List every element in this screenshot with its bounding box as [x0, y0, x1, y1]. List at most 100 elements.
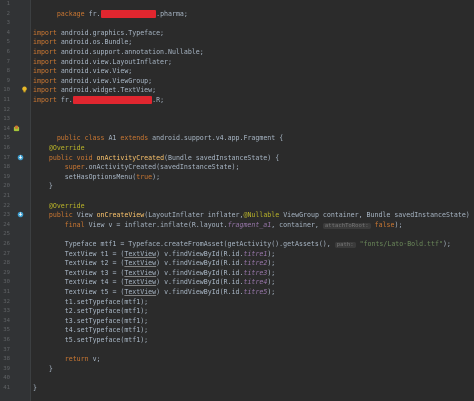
import-keyword: import: [33, 96, 57, 104]
line-number: 40: [3, 375, 10, 382]
close-brace: }: [48, 364, 53, 373]
find-call: v.findViewById(R.id.: [164, 268, 244, 277]
method-modifier: public: [48, 211, 73, 220]
code-line[interactable]: TextView t5 = (TextView) v.findViewById(…: [33, 288, 474, 298]
line-number: 28: [3, 260, 10, 267]
view-declaration: View v = inflater.inflate(R.layout.: [88, 220, 228, 229]
line-number: 10: [3, 87, 10, 94]
code-line[interactable]: TextView t1 = (TextView) v.findViewById(…: [33, 250, 474, 260]
method-call: .setTypeface(mtf1);: [72, 326, 149, 335]
code-line[interactable]: import android.support.annotation.Nullab…: [33, 48, 474, 58]
code-line[interactable]: TextView t2 = (TextView) v.findViewById(…: [33, 259, 474, 269]
line-number: 5: [6, 39, 10, 46]
type-name: TextView: [64, 249, 97, 258]
line-number: 33: [3, 308, 10, 315]
var-name: t5: [64, 336, 73, 344]
import-path-end: .R;: [152, 96, 165, 104]
return-type: View: [76, 211, 93, 220]
code-line[interactable]: import android.view.LayoutInflater;: [33, 58, 474, 68]
android-class-icon: [13, 125, 20, 132]
override-method-icon[interactable]: [17, 154, 24, 161]
line-number: 24: [3, 221, 10, 228]
type-name: TextView: [64, 278, 97, 287]
code-line[interactable]: super.onActivityCreated(savedInstanceSta…: [33, 163, 474, 173]
close-paren: );: [267, 288, 276, 296]
line-number: 30: [3, 279, 10, 286]
method-call: setHasOptionsMenu(: [64, 172, 137, 181]
var-name: t5: [100, 288, 109, 296]
method-params: (LayoutInflater inflater,: [144, 211, 244, 220]
type-name: TextView: [64, 259, 97, 268]
line-number: 29: [3, 269, 10, 276]
code-line[interactable]: t5.setTypeface(mtf1);: [33, 336, 474, 346]
code-line[interactable]: t1.setTypeface(mtf1);: [33, 298, 474, 308]
code-line[interactable]: TextView t4 = (TextView) v.findViewById(…: [33, 278, 474, 288]
method-modifier: public void: [48, 153, 93, 162]
line-number: 38: [3, 356, 10, 363]
line-number: 17: [3, 154, 10, 161]
code-line[interactable]: t2.setTypeface(mtf1);: [33, 307, 474, 317]
code-line[interactable]: public void onActivityCreated(Bundle sav…: [33, 154, 474, 164]
code-line[interactable]: @Override: [33, 202, 474, 212]
code-line[interactable]: import android.graphics.Typeface;: [33, 29, 474, 39]
find-call: v.findViewById(R.id.: [164, 288, 244, 296]
import-keyword: import: [33, 57, 57, 66]
line-number: 1: [6, 1, 10, 7]
code-line[interactable]: TextView t3 = (TextView) v.findViewById(…: [33, 269, 474, 279]
line-number: 9: [6, 77, 10, 84]
var-name: t1: [100, 249, 109, 258]
line-number: 14: [3, 125, 10, 132]
code-line[interactable]: return v;: [33, 355, 474, 365]
import-keyword: import: [33, 86, 57, 95]
code-line[interactable]: setHasOptionsMenu(true);: [33, 173, 474, 183]
true-keyword: true: [136, 172, 153, 181]
line-number: 2: [6, 10, 10, 17]
lightbulb-icon[interactable]: [21, 86, 28, 93]
code-editor[interactable]: 1 2 3 4 5 6 7 8 9 10 11 12 13 14 15 16 17 18 19 20 21 22 23 24 2…: [0, 0, 474, 401]
code-line[interactable]: Typeface mtf1 = Typeface.createFromAsset…: [33, 240, 474, 250]
method-call: .setTypeface(mtf1);: [72, 297, 149, 306]
line-number: 23: [3, 212, 10, 219]
import-path: android.view.ViewGroup;: [60, 76, 153, 85]
code-line[interactable]: public View onCreateView(LayoutInflater …: [33, 211, 474, 221]
redaction: xxxxxxxxxxxxxx: [100, 9, 157, 18]
method-call: .setTypeface(mtf1);: [72, 307, 149, 316]
line-number: 11: [3, 97, 10, 103]
code-line[interactable]: }: [33, 182, 474, 192]
import-keyword: import: [33, 38, 57, 47]
super-keyword: super: [64, 163, 85, 172]
code-line[interactable]: public class A1 extends android.support.…: [33, 125, 474, 142]
code-line[interactable]: }: [33, 384, 474, 394]
line-number: 7: [6, 58, 10, 65]
code-line[interactable]: t3.setTypeface(mtf1);: [33, 317, 474, 327]
code-line[interactable]: import android.widget.TextView;: [33, 86, 474, 96]
code-line[interactable]: @Override: [33, 144, 474, 154]
code-line[interactable]: import fr.xxxxxxxxxxxxxxxxxxxx.R;: [33, 96, 474, 106]
code-line[interactable]: import android.os.Bundle;: [33, 38, 474, 48]
var-name: t4: [100, 278, 109, 287]
code-line[interactable]: t4.setTypeface(mtf1);: [33, 326, 474, 336]
line-number: 27: [3, 250, 10, 257]
line-number: 4: [6, 29, 10, 36]
import-path: android.widget.TextView;: [60, 86, 157, 95]
override-annotation: @Override: [48, 144, 85, 152]
override-method-icon[interactable]: [17, 211, 24, 218]
var-name: t1: [64, 297, 73, 306]
close-paren: );: [442, 240, 451, 248]
code-line[interactable]: import android.view.View;: [33, 67, 474, 77]
code-line[interactable]: final View v = inflater.inflate(R.layout…: [33, 221, 474, 231]
import-path: android.view.LayoutInflater;: [60, 57, 172, 66]
code-line[interactable]: import android.view.ViewGroup;: [33, 77, 474, 87]
code-line[interactable]: package fr.xxxxxxxxxxxxxx.pharma;: [33, 0, 474, 18]
class-keyword: public class: [56, 134, 105, 143]
method-params: ViewGroup container, Bundle savedInstanc…: [283, 211, 474, 220]
view-declaration-end: , container,: [271, 220, 319, 229]
code-line[interactable]: }: [33, 365, 474, 375]
line-number: 12: [3, 106, 10, 113]
cast-type: TextView: [124, 259, 157, 268]
line-number: 6: [6, 49, 10, 55]
line-number: 20: [3, 183, 10, 190]
line-number: 21: [3, 193, 10, 199]
line-number: 18: [3, 164, 10, 171]
import-path: android.os.Bundle;: [60, 38, 133, 47]
